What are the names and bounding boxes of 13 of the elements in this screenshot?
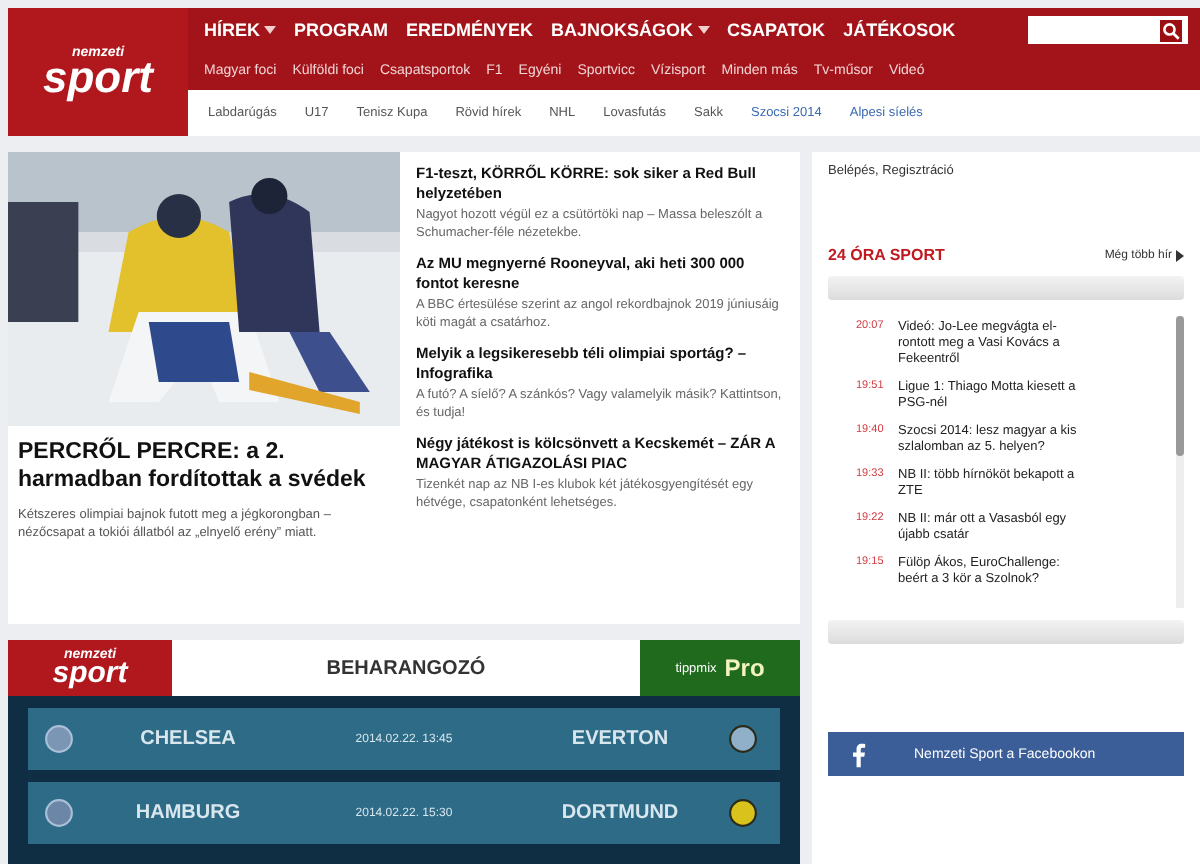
nav-link[interactable]: BAJNOKSÁGOK [551, 20, 710, 40]
section-title: BEHARANGOZÓ [172, 640, 640, 696]
section-title: 24 ÓRA SPORT [828, 246, 945, 264]
team-name: EVERTON [569, 728, 671, 750]
nav-link[interactable]: CSAPATOK [727, 20, 826, 40]
nav-link[interactable]: PROGRAM [294, 20, 389, 40]
team-name: CHELSEA [138, 728, 238, 750]
nav-link[interactable]: EREDMÉNYEK [406, 20, 534, 40]
team-name: DORTMUND [559, 802, 681, 824]
headline[interactable]: PERCRŐL PERCRE: a 2. harmadban fordítottak a svédek [18, 438, 390, 494]
nav-link[interactable]: HÍREK [204, 20, 277, 40]
nav-link[interactable]: JÁTÉKOSOK [843, 20, 956, 40]
team-name: HAMBURG [133, 802, 243, 824]
